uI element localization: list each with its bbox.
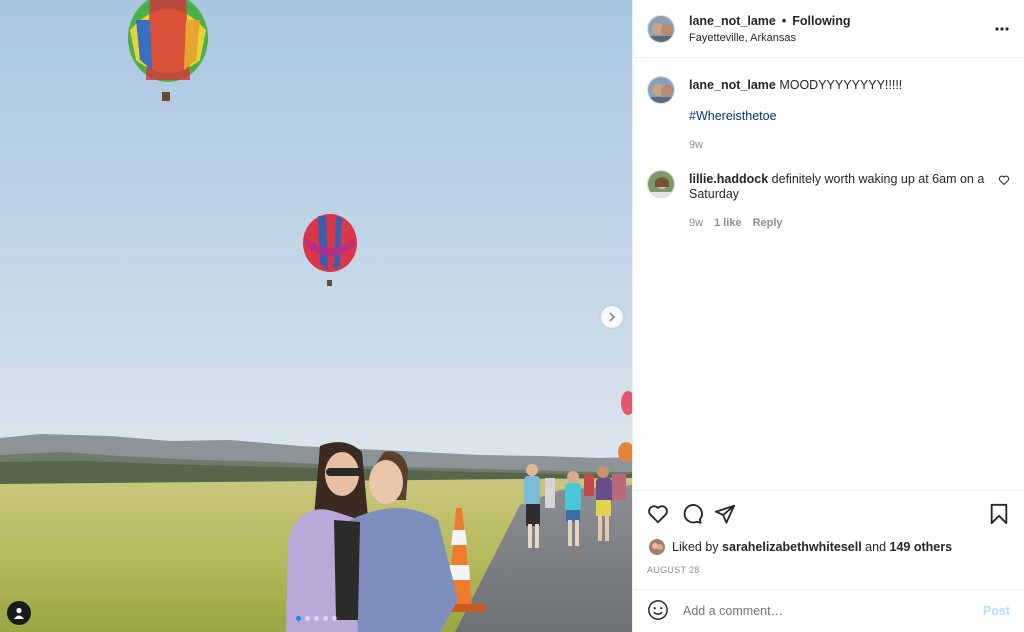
post-date[interactable]: AUGUST 28 xyxy=(647,565,700,575)
carousel-dot-1 xyxy=(295,616,301,621)
comment-composer: Post xyxy=(633,589,1024,632)
likes-others[interactable]: 149 others xyxy=(890,540,953,554)
likes-summary: Liked by sarahelizabethwhitesell and 149… xyxy=(649,539,952,555)
post-modal: lane_not_lame • Following Fayetteville, … xyxy=(0,0,1024,632)
liked-by-user[interactable]: sarahelizabethwhitesell xyxy=(722,540,862,554)
balloon-festival-photo xyxy=(0,0,632,632)
post-comment-button[interactable]: Post xyxy=(983,604,1010,618)
comment: lillie.haddock definitely worth waking u… xyxy=(647,170,1010,231)
comment-button[interactable] xyxy=(681,503,703,528)
heart-icon xyxy=(998,175,1010,186)
liked-by-and: and xyxy=(865,540,887,554)
post-location[interactable]: Fayetteville, Arkansas xyxy=(689,32,851,44)
paper-plane-icon xyxy=(714,504,736,524)
user-tag-button[interactable] xyxy=(7,601,31,625)
avatar[interactable] xyxy=(647,14,675,43)
carousel-indicator xyxy=(0,616,632,621)
liked-by-prefix: Liked by xyxy=(672,540,719,554)
reply-button[interactable]: Reply xyxy=(753,216,783,231)
commenter-avatar[interactable] xyxy=(647,170,675,198)
bookmark-icon xyxy=(990,503,1008,525)
caption-time[interactable]: 9w xyxy=(689,138,703,153)
chevron-right-icon xyxy=(609,312,616,322)
carousel-dot-2 xyxy=(304,616,310,621)
comment-like-button[interactable] xyxy=(998,174,1010,189)
more-options-button[interactable] xyxy=(994,21,1010,37)
next-photo-button[interactable] xyxy=(601,306,623,328)
comment-time[interactable]: 9w xyxy=(689,216,703,231)
more-horizontal-icon xyxy=(995,27,1009,31)
carousel-dot-4 xyxy=(322,616,328,621)
carousel-dot-3 xyxy=(313,616,319,621)
caption: lane_not_lame MOODYYYYYYYY!!!!! #Whereis… xyxy=(647,76,1010,153)
separator-dot: • xyxy=(781,13,787,28)
comment-likes[interactable]: 1 like xyxy=(714,216,742,231)
emoji-icon xyxy=(648,599,668,620)
emoji-button[interactable] xyxy=(647,599,669,624)
like-button[interactable] xyxy=(647,503,669,528)
post-details-panel: lane_not_lame • Following Fayetteville, … xyxy=(632,0,1024,632)
carousel-dot-5 xyxy=(331,616,337,621)
caption-hashtag[interactable]: #Whereisthetoe xyxy=(689,109,902,124)
comments-list: lane_not_lame MOODYYYYYYYY!!!!! #Whereis… xyxy=(633,58,1024,490)
heart-icon xyxy=(648,505,668,524)
share-button[interactable] xyxy=(714,503,736,528)
caption-avatar[interactable] xyxy=(647,76,675,104)
caption-username[interactable]: lane_not_lame xyxy=(689,78,776,92)
post-photo[interactable] xyxy=(0,0,632,632)
save-button[interactable] xyxy=(988,503,1010,528)
caption-text: MOODYYYYYYYY!!!!! xyxy=(779,78,903,92)
following-button[interactable]: Following xyxy=(792,14,850,28)
comment-username[interactable]: lillie.haddock xyxy=(689,172,768,186)
author-username[interactable]: lane_not_lame xyxy=(689,14,776,28)
comment-bubble-icon xyxy=(683,504,703,524)
liker-avatar[interactable] xyxy=(649,539,665,555)
comment-input[interactable] xyxy=(683,604,975,618)
post-header: lane_not_lame • Following Fayetteville, … xyxy=(633,0,1024,58)
post-actions: Liked by sarahelizabethwhitesell and 149… xyxy=(633,490,1024,589)
